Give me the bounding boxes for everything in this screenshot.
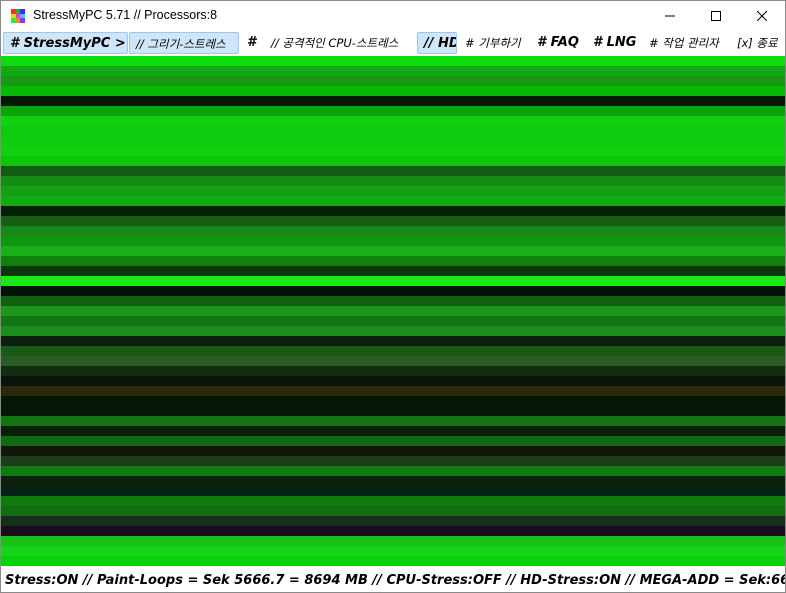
window-title: StressMyPC 5.71 // Processors:8 [33,8,218,22]
maximize-button[interactable] [693,1,739,31]
menu-exit[interactable]: [x] 종료 [731,32,785,54]
stress-stripe [1,556,785,566]
menu-stressmypc[interactable]: # StressMyPC >> [3,32,128,54]
stressmypc-app-icon [11,9,25,23]
title-bar[interactable]: StressMyPC 5.71 // Processors:8 [1,1,785,31]
menu-hd-stress[interactable]: // HD [417,32,457,54]
minimize-icon [665,15,675,17]
menu-language[interactable]: # LNG [587,32,643,54]
close-icon [757,11,767,21]
menu-donate[interactable]: # 기부하기 [459,32,531,54]
paint-stress-canvas [1,56,785,566]
menu-bar: # StressMyPC >> // 그리기-스트레스 # // 공격적인 CP… [1,31,785,56]
app-window: StressMyPC 5.71 // Processors:8 # Stress… [0,0,786,593]
maximize-icon [711,11,721,21]
minimize-button[interactable] [647,1,693,31]
menu-hash-separator[interactable]: # [241,32,263,54]
status-text: Stress:ON // Paint-Loops = Sek 5666.7 = … [5,573,785,588]
status-bar: Stress:ON // Paint-Loops = Sek 5666.7 = … [1,569,785,592]
menu-aggressive-cpu-stress[interactable]: // 공격적인 CPU-스트레스 [265,32,415,54]
menu-faq[interactable]: # FAQ [531,32,587,54]
menu-task-manager[interactable]: # 작업 관리자 [643,32,731,54]
menu-paint-stress[interactable]: // 그리기-스트레스 [129,32,239,54]
close-button[interactable] [739,1,785,31]
